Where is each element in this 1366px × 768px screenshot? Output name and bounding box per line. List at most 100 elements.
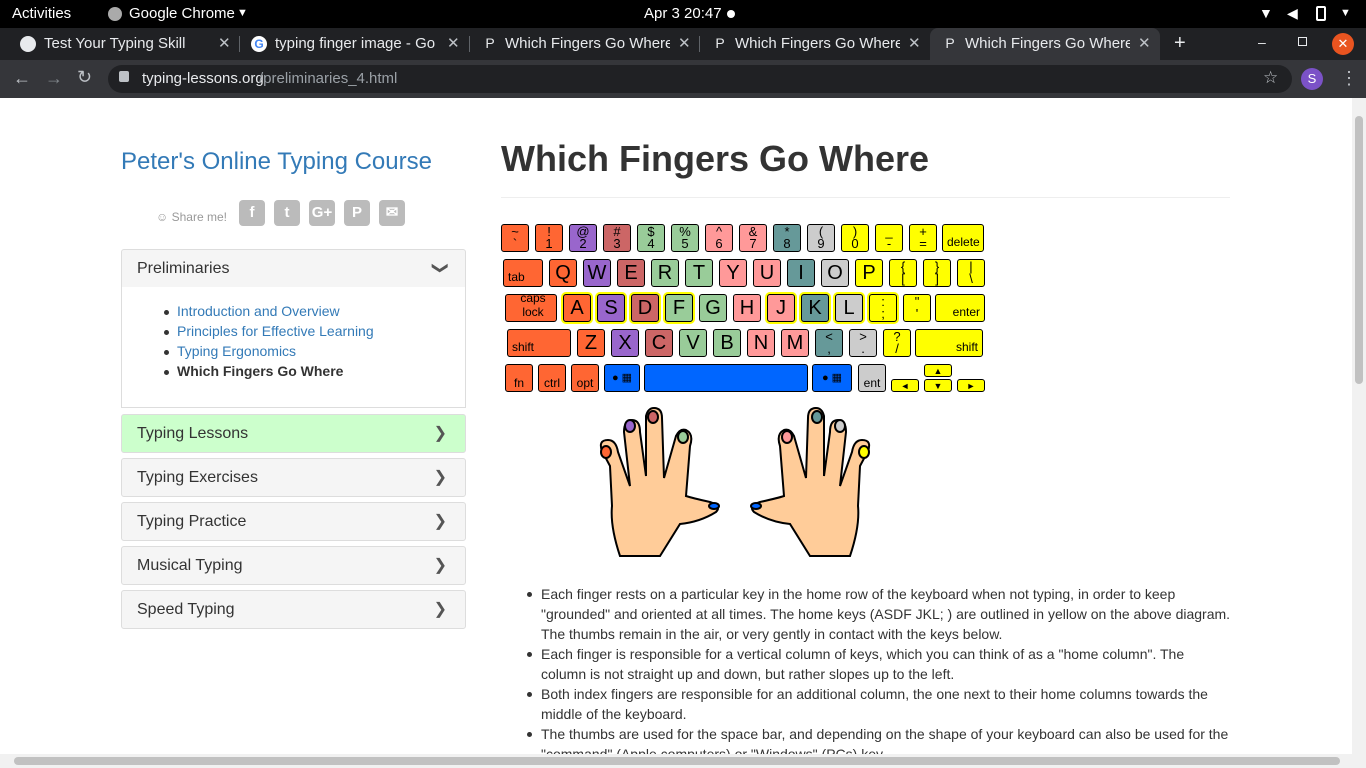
- key-letter: L: [843, 297, 855, 319]
- key-glyph: /: [895, 341, 899, 356]
- vertical-scrollbar-thumb[interactable]: [1355, 116, 1363, 384]
- close-tab-icon[interactable]: ✕: [447, 34, 460, 52]
- sidebar-typing-lessons[interactable]: Typing Lessons ❯: [121, 414, 466, 453]
- key-9: (9: [807, 224, 835, 252]
- key-q: Q: [549, 259, 577, 287]
- tab-1[interactable]: Test Your Typing Skill ✕: [0, 28, 240, 60]
- list-item: Both index fingers are responsible for a…: [527, 684, 1231, 724]
- tab-3[interactable]: P Which Fingers Go Where ✕: [470, 28, 700, 60]
- bullet: [527, 652, 532, 657]
- key-letter: Z: [584, 332, 598, 354]
- tab-5-active[interactable]: P Which Fingers Go Where ✕: [930, 28, 1160, 60]
- key-glyph: 3: [613, 236, 621, 251]
- email-share-icon[interactable]: ✉: [379, 200, 405, 226]
- key-[: {[: [889, 259, 917, 287]
- key-command-icon: ● ▦: [604, 364, 640, 392]
- key-shift: shift: [507, 329, 571, 357]
- site-title[interactable]: Peter's Online Typing Course: [121, 148, 432, 176]
- link-text[interactable]: Introduction and Overview: [177, 303, 340, 319]
- panel-title: Preliminaries: [137, 260, 230, 277]
- key-glyph: =: [919, 236, 927, 251]
- key-z: Z: [577, 329, 605, 357]
- key-glyph: -: [886, 236, 892, 251]
- key-letter: M: [786, 332, 804, 354]
- activities-button[interactable]: Activities: [12, 5, 71, 22]
- arrow-left-icon: ◄: [891, 379, 919, 392]
- system-menu-caret-icon[interactable]: ▼: [1340, 7, 1351, 19]
- googleplus-share-icon[interactable]: G+: [309, 200, 335, 226]
- close-tab-icon[interactable]: ✕: [218, 34, 231, 52]
- key-letter: opt: [576, 376, 594, 390]
- key-t: T: [685, 259, 713, 287]
- profile-avatar[interactable]: S: [1301, 68, 1323, 90]
- forward-icon[interactable]: →: [45, 68, 63, 89]
- arrow-up-icon: ▲: [924, 364, 952, 377]
- twitter-share-icon[interactable]: t: [274, 200, 300, 226]
- sidebar-typing-exercises[interactable]: Typing Exercises ❯: [121, 458, 466, 497]
- bookmark-star-icon[interactable]: ☆: [1263, 68, 1278, 88]
- key-glyph: ': [915, 306, 919, 321]
- close-tab-icon[interactable]: ✕: [678, 34, 691, 52]
- pinterest-share-icon[interactable]: P: [344, 200, 370, 226]
- bullet: [164, 350, 169, 355]
- horizontal-scrollbar-thumb[interactable]: [14, 757, 1340, 765]
- tab-favicon-icon: P: [715, 35, 725, 51]
- bullet: [164, 310, 169, 315]
- sidebar-link[interactable]: Typing Ergonomics: [164, 343, 296, 359]
- key-glyph: \: [969, 271, 973, 286]
- link-text[interactable]: Principles for Effective Learning: [177, 323, 374, 339]
- bullet-text: Each finger rests on a particular key in…: [541, 586, 1231, 642]
- reload-icon[interactable]: ↻: [77, 67, 92, 88]
- sidebar-link[interactable]: Introduction and Overview: [164, 303, 340, 319]
- key-c: C: [645, 329, 673, 357]
- key-letter: O: [827, 262, 843, 284]
- clock[interactable]: Apr 3 20:47: [644, 5, 722, 22]
- key-w: W: [583, 259, 611, 287]
- link-text[interactable]: Typing Ergonomics: [177, 343, 296, 359]
- key-j: J: [767, 294, 795, 322]
- sidebar-link[interactable]: Principles for Effective Learning: [164, 323, 374, 339]
- sidebar-preliminaries-header[interactable]: Preliminaries ❯: [121, 249, 466, 288]
- battery-icon[interactable]: [1316, 6, 1326, 21]
- volume-icon[interactable]: ◀: [1287, 5, 1298, 22]
- back-icon[interactable]: ←: [13, 68, 31, 89]
- key-5: % 5: [671, 224, 699, 252]
- tab-title: Which Fingers Go Where: [505, 35, 670, 52]
- close-window-icon[interactable]: ✕: [1332, 33, 1354, 55]
- app-menu[interactable]: Google Chrome: [129, 5, 235, 22]
- address-bar[interactable]: typing-lessons.org /preliminaries_4.html…: [108, 65, 1292, 93]
- key-k: K: [801, 294, 829, 322]
- close-tab-icon[interactable]: ✕: [908, 34, 921, 52]
- wifi-icon[interactable]: ▼: [1259, 5, 1273, 21]
- preliminaries-list: Introduction and Overview Principles for…: [121, 287, 466, 408]
- tab-title: Test Your Typing Skill: [44, 35, 186, 52]
- key-letter: P: [862, 262, 876, 284]
- tab-2[interactable]: G typing finger image - Go ✕: [240, 28, 470, 60]
- sidebar-musical-typing[interactable]: Musical Typing ❯: [121, 546, 466, 585]
- sidebar-speed-typing[interactable]: Speed Typing ❯: [121, 590, 466, 629]
- key-letter: ent: [863, 376, 881, 390]
- close-tab-icon[interactable]: ✕: [1138, 34, 1151, 52]
- key-glyph: 5: [681, 236, 689, 251]
- minimize-icon[interactable]: –: [1258, 34, 1266, 50]
- key-delete: delete: [942, 224, 984, 252]
- key--: _ -: [875, 224, 903, 252]
- list-item: Each finger is responsible for a vertica…: [527, 644, 1231, 684]
- key-label: enter: [952, 305, 980, 319]
- key-ent: ent: [858, 364, 886, 392]
- key-;: :;: [869, 294, 897, 322]
- system-top-bar: Activities Google Chrome ▼ Apr 3 20:47 ▼…: [0, 0, 1366, 28]
- key-o: O: [821, 259, 849, 287]
- facebook-share-icon[interactable]: f: [239, 200, 265, 226]
- tab-title: Which Fingers Go Where: [735, 35, 900, 52]
- key-letter: ctrl: [544, 376, 560, 390]
- key-b: B: [713, 329, 741, 357]
- menu-kebab-icon[interactable]: ⋮: [1340, 68, 1358, 89]
- tab-4[interactable]: P Which Fingers Go Where ✕: [700, 28, 930, 60]
- smiley-icon: ☺: [156, 210, 172, 224]
- key-/: ? /: [883, 329, 911, 357]
- key-letter: H: [739, 297, 755, 319]
- maximize-icon[interactable]: [1298, 37, 1307, 46]
- new-tab-icon[interactable]: +: [1174, 32, 1186, 55]
- sidebar-typing-practice[interactable]: Typing Practice ❯: [121, 502, 466, 541]
